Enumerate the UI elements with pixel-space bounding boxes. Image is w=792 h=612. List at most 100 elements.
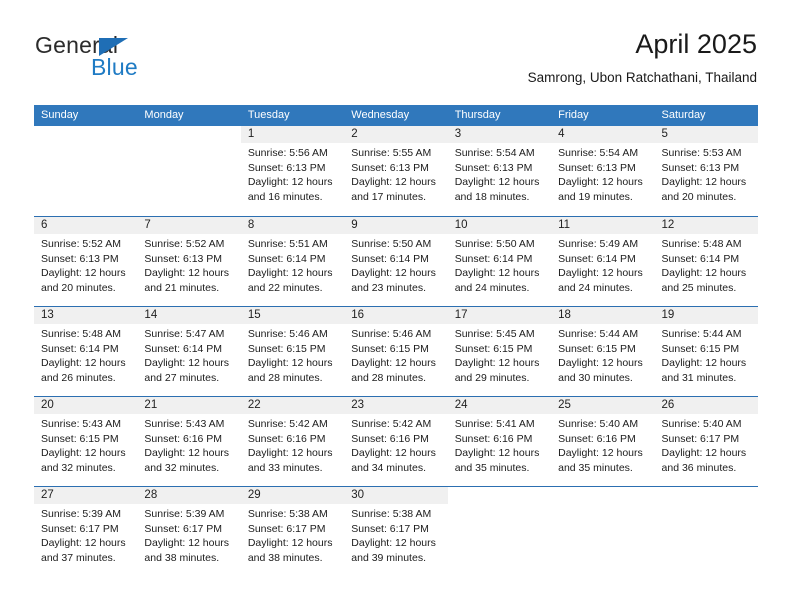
day-cell[interactable]: 3 Sunrise: 5:54 AM Sunset: 6:13 PM Daylight… <box>447 126 552 216</box>
day-details: Sunrise: 5:44 AM Sunset: 6:15 PM Daylight:… <box>655 324 758 385</box>
weekday-header-saturday: Saturday <box>661 109 706 121</box>
sunrise-text: Sunrise: 5:54 AM <box>558 147 639 159</box>
daylight-text-line1: Daylight: 12 hours <box>661 267 747 280</box>
day-cell[interactable]: 27 Sunrise: 5:39 AM Sunset: 6:17 PM Dayligh… <box>34 487 138 576</box>
day-cell[interactable]: 8 Sunrise: 5:51 AM Sunset: 6:14 PM Daylight… <box>240 217 345 306</box>
sunset-text: Sunset: 6:17 PM <box>144 522 223 535</box>
day-details: Sunrise: 5:50 AM Sunset: 6:14 PM Daylight:… <box>448 234 551 295</box>
day-number-band <box>655 487 758 504</box>
day-number: 4 <box>558 128 565 140</box>
day-number: 21 <box>144 399 158 411</box>
daylight-text-line1: Daylight: 12 hours <box>41 447 126 460</box>
day-details: Sunrise: 5:39 AM Sunset: 6:17 PM Daylight:… <box>137 504 240 565</box>
day-details: Sunrise: 5:46 AM Sunset: 6:15 PM Daylight:… <box>344 324 447 385</box>
day-number-band: 24 <box>447 397 552 414</box>
day-cell[interactable]: 4 Sunrise: 5:54 AM Sunset: 6:13 PM Daylight… <box>551 126 655 216</box>
day-number-band: 23 <box>344 397 448 414</box>
day-cell[interactable]: 25 Sunrise: 5:40 AM Sunset: 6:16 PM Dayligh… <box>551 397 655 486</box>
day-cell[interactable]: 24 Sunrise: 5:41 AM Sunset: 6:16 PM Dayligh… <box>447 397 552 486</box>
daylight-text-line1: Daylight: 12 hours <box>41 267 126 280</box>
sunrise-text: Sunrise: 5:40 AM <box>558 418 639 430</box>
day-details: Sunrise: 5:47 AM Sunset: 6:14 PM Daylight:… <box>137 324 240 385</box>
daylight-text-line1: Daylight: 12 hours <box>41 357 126 370</box>
sunrise-text: Sunrise: 5:38 AM <box>351 508 432 520</box>
daylight-text-line1: Daylight: 12 hours <box>558 447 643 460</box>
daylight-text-line2: and 35 minutes. <box>454 461 530 474</box>
daylight-text-line1: Daylight: 12 hours <box>247 176 333 189</box>
calendar-page: General Blue April 2025 Samrong, Ubon Ra… <box>0 0 792 612</box>
sunset-text: Sunset: 6:17 PM <box>351 522 429 535</box>
day-cell[interactable]: 17 Sunrise: 5:45 AM Sunset: 6:15 PM Dayligh… <box>447 307 552 396</box>
day-cell[interactable]: 23 Sunrise: 5:42 AM Sunset: 6:16 PM Dayligh… <box>344 397 448 486</box>
daylight-text-line2: and 24 minutes. <box>558 281 633 294</box>
day-number: 17 <box>454 309 468 321</box>
day-cell[interactable]: 1 Sunrise: 5:56 AM Sunset: 6:13 PM Daylight… <box>240 126 345 216</box>
day-number: 19 <box>661 309 675 321</box>
day-number-band: 13 <box>34 307 138 324</box>
day-number-band: 3 <box>447 126 552 143</box>
weekday-header-sunday: Sunday <box>41 109 79 121</box>
day-cell[interactable]: 13 Sunrise: 5:48 AM Sunset: 6:14 PM Dayligh… <box>34 307 138 396</box>
day-number: 25 <box>558 399 571 411</box>
day-cell[interactable]: 21 Sunrise: 5:43 AM Sunset: 6:16 PM Dayligh… <box>137 397 241 486</box>
daylight-text-line2: and 28 minutes. <box>351 371 426 384</box>
daylight-text-line1: Daylight: 12 hours <box>144 447 230 460</box>
day-details: Sunrise: 5:52 AM Sunset: 6:13 PM Daylight:… <box>34 234 137 295</box>
day-number-band <box>551 487 654 504</box>
day-number: 13 <box>41 309 54 321</box>
day-cell[interactable]: 16 Sunrise: 5:46 AM Sunset: 6:15 PM Dayligh… <box>344 307 448 396</box>
day-cell[interactable]: 18 Sunrise: 5:44 AM Sunset: 6:15 PM Dayligh… <box>551 307 655 396</box>
day-cell[interactable]: 6 Sunrise: 5:52 AM Sunset: 6:13 PM Daylight… <box>34 217 138 306</box>
day-cell-empty <box>34 126 138 216</box>
day-cell[interactable]: 5 Sunrise: 5:53 AM Sunset: 6:13 PM Daylight… <box>654 126 758 216</box>
day-details: Sunrise: 5:53 AM Sunset: 6:13 PM Daylight:… <box>655 143 758 204</box>
day-cell[interactable]: 19 Sunrise: 5:44 AM Sunset: 6:15 PM Dayligh… <box>654 307 758 396</box>
day-cell[interactable]: 20 Sunrise: 5:43 AM Sunset: 6:15 PM Dayligh… <box>34 397 138 486</box>
daylight-text-line2: and 29 minutes. <box>454 371 530 384</box>
day-number-band: 19 <box>654 307 758 324</box>
day-number: 8 <box>247 219 255 231</box>
day-number-band: 29 <box>240 487 345 504</box>
page-title: April 2025 <box>635 29 757 59</box>
day-cell[interactable]: 12 Sunrise: 5:48 AM Sunset: 6:14 PM Dayligh… <box>654 217 758 306</box>
day-number-band: 28 <box>137 487 241 504</box>
sunset-text: Sunset: 6:15 PM <box>454 342 533 355</box>
sunrise-text: Sunrise: 5:50 AM <box>454 238 535 250</box>
day-details: Sunrise: 5:54 AM Sunset: 6:13 PM Daylight:… <box>448 143 551 204</box>
sunset-text: Sunset: 6:17 PM <box>247 522 326 535</box>
day-cell[interactable]: 26 Sunrise: 5:40 AM Sunset: 6:17 PM Dayligh… <box>654 397 758 486</box>
day-cell[interactable]: 9 Sunrise: 5:50 AM Sunset: 6:14 PM Daylight… <box>344 217 448 306</box>
day-number-band: 22 <box>240 397 345 414</box>
daylight-text-line1: Daylight: 12 hours <box>41 537 126 550</box>
day-cell[interactable]: 2 Sunrise: 5:55 AM Sunset: 6:13 PM Daylight… <box>344 126 448 216</box>
title-block: April 2025 Samrong, Ubon Ratchathani, Th… <box>528 28 757 88</box>
sunrise-text: Sunrise: 5:42 AM <box>351 418 432 430</box>
sunset-text: Sunset: 6:13 PM <box>144 252 223 265</box>
day-cell[interactable]: 7 Sunrise: 5:52 AM Sunset: 6:13 PM Daylight… <box>137 217 241 306</box>
day-cell[interactable]: 28 Sunrise: 5:39 AM Sunset: 6:17 PM Dayligh… <box>137 487 241 576</box>
day-cell[interactable]: 10 Sunrise: 5:50 AM Sunset: 6:14 PM Dayligh… <box>447 217 552 306</box>
daylight-text-line1: Daylight: 12 hours <box>558 267 643 280</box>
sunset-text: Sunset: 6:14 PM <box>454 252 533 265</box>
daylight-text-line2: and 19 minutes. <box>558 190 633 203</box>
daylight-text-line2: and 38 minutes. <box>144 551 220 564</box>
daylight-text-line2: and 33 minutes. <box>247 461 323 474</box>
daylight-text-line2: and 20 minutes. <box>661 190 737 203</box>
day-cell[interactable]: 14 Sunrise: 5:47 AM Sunset: 6:14 PM Dayligh… <box>137 307 241 396</box>
sunset-text: Sunset: 6:13 PM <box>558 161 636 174</box>
daylight-text-line2: and 18 minutes. <box>454 190 530 203</box>
day-number: 6 <box>41 219 48 231</box>
day-cell[interactable]: 11 Sunrise: 5:49 AM Sunset: 6:14 PM Dayligh… <box>551 217 655 306</box>
day-cell[interactable]: 30 Sunrise: 5:38 AM Sunset: 6:17 PM Dayligh… <box>344 487 448 576</box>
day-cell[interactable]: 29 Sunrise: 5:38 AM Sunset: 6:17 PM Dayligh… <box>240 487 345 576</box>
daylight-text-line1: Daylight: 12 hours <box>454 447 540 460</box>
daylight-text-line1: Daylight: 12 hours <box>247 357 333 370</box>
general-blue-logo[interactable]: General Blue <box>35 32 235 88</box>
day-cell[interactable]: 22 Sunrise: 5:42 AM Sunset: 6:16 PM Dayligh… <box>240 397 345 486</box>
day-cell[interactable]: 15 Sunrise: 5:46 AM Sunset: 6:15 PM Dayligh… <box>240 307 345 396</box>
day-number: 14 <box>144 309 158 321</box>
daylight-text-line1: Daylight: 12 hours <box>351 357 436 370</box>
day-number-band: 26 <box>654 397 758 414</box>
day-number: 5 <box>661 128 668 140</box>
day-details: Sunrise: 5:38 AM Sunset: 6:17 PM Daylight:… <box>241 504 344 565</box>
